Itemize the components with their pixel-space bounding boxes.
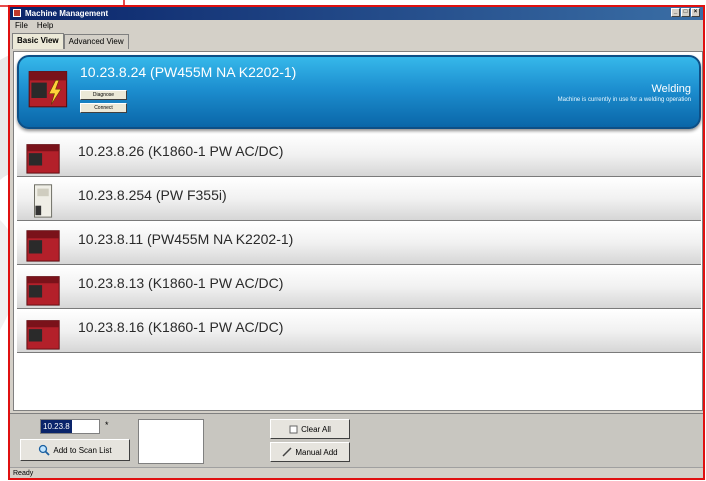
- machine-status: Welding: [651, 83, 691, 95]
- scan-list-box[interactable]: [138, 419, 204, 464]
- machine-label: 10.23.8.16 (K1860-1 PW AC/DC): [78, 319, 284, 335]
- machine-label: 10.23.8.254 (PW F355i): [78, 187, 227, 203]
- close-icon[interactable]: ×: [691, 8, 700, 17]
- machine-list[interactable]: 10.23.8.24 (PW455M NA K2202-1) Diagnose …: [13, 51, 703, 411]
- ip-marker: *: [105, 420, 109, 430]
- add-to-scan-list-button[interactable]: Add to Scan List: [20, 439, 130, 461]
- machine-label: 10.23.8.11 (PW455M NA K2202-1): [78, 231, 294, 247]
- ip-address-value: 10.23.8: [41, 420, 72, 433]
- welder-red-icon: [26, 230, 60, 262]
- machine-label: 10.23.8.13 (K1860-1 PW AC/DC): [78, 275, 284, 291]
- welder-white-icon: [34, 184, 53, 218]
- welder-red-icon: [26, 276, 60, 306]
- magnifier-icon: [39, 444, 50, 456]
- manual-add-label: Manual Add: [295, 447, 338, 457]
- tab-basic-view[interactable]: Basic View: [12, 33, 64, 49]
- clear-all-button[interactable]: Clear All: [270, 419, 350, 439]
- tab-advanced-view[interactable]: Advanced View: [63, 34, 129, 49]
- menu-file[interactable]: File: [15, 21, 28, 30]
- title-bar[interactable]: Machine Management _ □ ×: [10, 7, 703, 20]
- machine-row-selected[interactable]: 10.23.8.24 (PW455M NA K2202-1) Diagnose …: [17, 55, 701, 129]
- clear-icon: [289, 425, 298, 433]
- welder-red-icon: [26, 320, 60, 350]
- menu-help[interactable]: Help: [37, 21, 53, 30]
- app-window: Machine Management _ □ × File Help Basic …: [8, 5, 705, 480]
- ip-address-input[interactable]: 10.23.8: [40, 419, 100, 434]
- machine-row[interactable]: 10.23.8.11 (PW455M NA K2202-1): [17, 222, 701, 265]
- app-icon: [13, 9, 21, 17]
- manual-add-button[interactable]: Manual Add: [270, 442, 350, 462]
- connect-button[interactable]: Connect: [80, 103, 127, 113]
- add-to-scan-list-label: Add to Scan List: [53, 445, 112, 455]
- diagnose-button[interactable]: Diagnose: [80, 90, 127, 100]
- machine-row[interactable]: 10.23.8.16 (K1860-1 PW AC/DC): [17, 310, 701, 353]
- pencil-icon: [282, 447, 292, 457]
- menu-bar: File Help: [10, 20, 703, 32]
- clear-all-label: Clear All: [301, 424, 331, 434]
- machine-label: 10.23.8.26 (K1860-1 PW AC/DC): [78, 143, 284, 159]
- view-tabs: Basic View Advanced View: [12, 33, 129, 49]
- window-controls: _ □ ×: [671, 8, 700, 17]
- list-empty-area: [17, 359, 701, 409]
- machine-row[interactable]: 10.23.8.26 (K1860-1 PW AC/DC): [17, 134, 701, 177]
- welder-red-icon: [26, 144, 60, 174]
- window-title: Machine Management: [25, 9, 109, 18]
- bottom-toolbar: 10.23.8 * Add to Scan List Clear All Man…: [10, 413, 703, 467]
- machine-label: 10.23.8.24 (PW455M NA K2202-1): [80, 64, 297, 80]
- machine-row[interactable]: 10.23.8.13 (K1860-1 PW AC/DC): [17, 266, 701, 309]
- maximize-icon[interactable]: □: [681, 8, 690, 17]
- machine-row[interactable]: 10.23.8.254 (PW F355i): [17, 178, 701, 221]
- welder-red-icon: [28, 71, 68, 108]
- minimize-icon[interactable]: _: [671, 8, 680, 17]
- status-bar: Ready: [10, 467, 703, 478]
- machine-status-description: Machine is currently in use for a weldin…: [557, 97, 691, 103]
